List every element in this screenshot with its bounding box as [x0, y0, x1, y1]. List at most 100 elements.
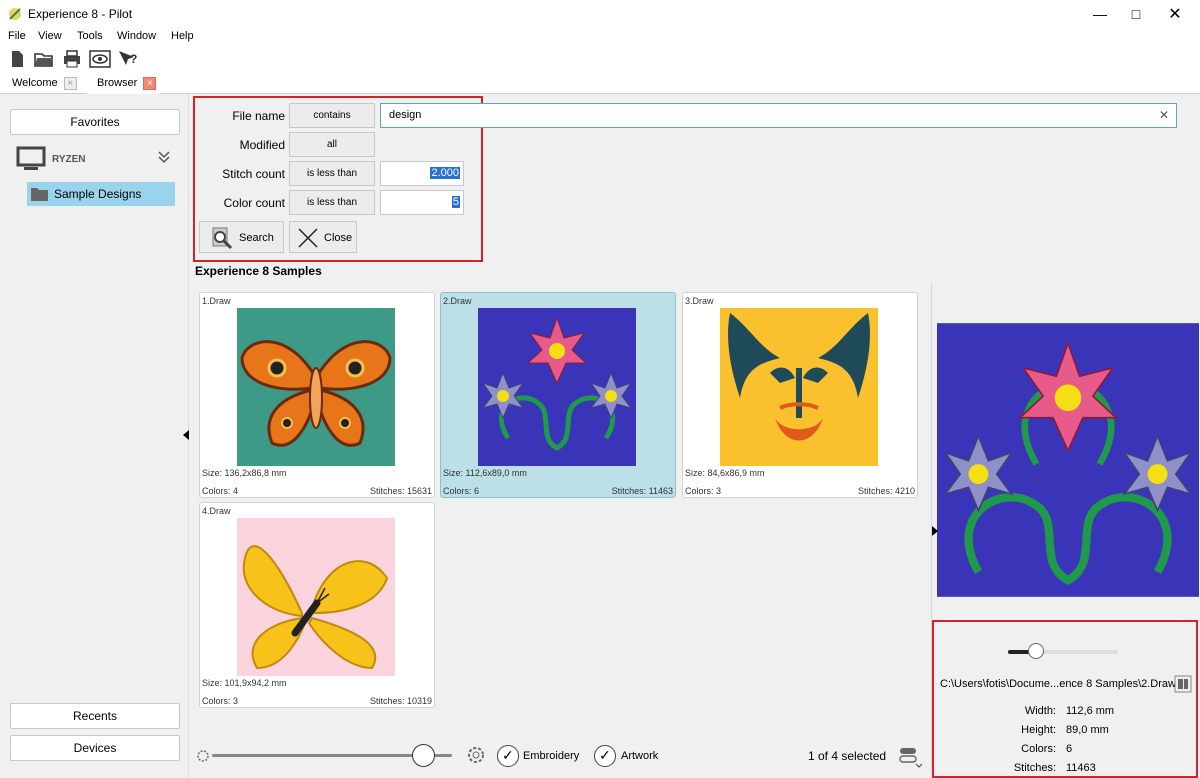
- collapse-chevron-icon[interactable]: [157, 150, 171, 164]
- design-stitches: Stitches: 15631: [369, 486, 432, 496]
- folder-icon: [31, 188, 48, 201]
- zoom-in-flower-icon[interactable]: [466, 745, 486, 765]
- menu-view[interactable]: View: [38, 30, 62, 42]
- menu-window[interactable]: Window: [117, 30, 156, 42]
- modified-label: Modified: [239, 138, 285, 152]
- preview-info-highlight: C:\Users\fotis\Docume...ence 8 Samples\2…: [932, 620, 1198, 778]
- open-location-icon[interactable]: [1174, 675, 1192, 693]
- color-count-operator[interactable]: is less than: [289, 190, 375, 215]
- svg-text:?: ?: [130, 52, 137, 66]
- design-colors: Colors: 6: [443, 486, 480, 496]
- close-x-icon: [298, 228, 318, 248]
- design-stitches: Stitches: 4210: [857, 486, 915, 496]
- colors-value: 6: [1066, 743, 1073, 755]
- document-tabs: Welcome × Browser ×: [0, 72, 1200, 94]
- stitch-count-input[interactable]: 2.000: [380, 161, 464, 186]
- color-count-value: 5: [451, 196, 460, 208]
- menu-tools[interactable]: Tools: [77, 30, 103, 42]
- modified-operator[interactable]: all: [289, 132, 375, 157]
- design-colors: Colors: 3: [202, 696, 239, 706]
- preview-eye-icon[interactable]: [89, 49, 111, 69]
- sidebar-item-sample-designs[interactable]: Sample Designs: [27, 182, 175, 206]
- stitch-count-label: Stitch count: [222, 167, 285, 181]
- collapse-left-arrow-icon[interactable]: [183, 430, 189, 440]
- open-folder-icon[interactable]: [33, 49, 55, 69]
- moth-design-thumbnail: [237, 308, 395, 466]
- design-grid: 1.Draw Size: 136,2x86,8 mm Colors: 4 Sti…: [190, 283, 930, 738]
- menu-help[interactable]: Help: [171, 30, 194, 42]
- computer-node[interactable]: RYZEN: [16, 146, 186, 172]
- design-card[interactable]: 1.Draw Size: 136,2x86,8 mm Colors: 4 Sti…: [199, 292, 435, 498]
- menu-bar: File View Tools Window Help: [0, 28, 1200, 46]
- tab-close-icon[interactable]: ×: [63, 77, 77, 90]
- file-name-input[interactable]: design ✕: [380, 103, 1177, 128]
- stitch-count-operator[interactable]: is less than: [289, 161, 375, 186]
- search-button[interactable]: Search: [199, 221, 284, 253]
- tab-label: Browser: [97, 77, 138, 89]
- color-count-input[interactable]: 5: [380, 190, 464, 215]
- design-stitches: Stitches: 11463: [611, 486, 673, 496]
- new-file-icon[interactable]: [6, 49, 28, 69]
- favorites-button[interactable]: Favorites: [10, 109, 180, 135]
- sidebar-item-label: Sample Designs: [54, 187, 142, 201]
- expand-right-arrow-icon[interactable]: [932, 526, 938, 536]
- multi-select-icon[interactable]: [898, 744, 922, 768]
- width-label: Width:: [1024, 705, 1056, 717]
- tab-close-icon[interactable]: ×: [143, 77, 157, 90]
- toolbar: ?: [0, 46, 1200, 72]
- tab-browser[interactable]: Browser ×: [87, 74, 161, 94]
- embroidery-checkbox[interactable]: ✓: [497, 745, 519, 767]
- thumbnail-size-slider-knob[interactable]: [412, 744, 436, 767]
- clear-icon[interactable]: ✕: [1159, 108, 1169, 122]
- thumbnail-size-slider-track[interactable]: [212, 744, 452, 767]
- design-card[interactable]: 4.Draw Size: 101,9x94,2 mm Colors: 3 Sti…: [199, 502, 435, 708]
- preview-zoom-slider-track[interactable]: [1008, 643, 1118, 659]
- print-icon[interactable]: [61, 49, 83, 69]
- flower-design-preview: [937, 323, 1199, 597]
- help-pointer-icon[interactable]: ?: [117, 49, 139, 69]
- design-card[interactable]: 2.Draw Size: 112,6x89,0 mm Colors: 6 Sti…: [440, 292, 676, 498]
- checkmark-icon: ✓: [599, 747, 611, 763]
- close-search-button[interactable]: Close: [289, 221, 357, 253]
- design-stitches: Stitches: 10319: [369, 696, 432, 706]
- computer-monitor-icon: [16, 146, 46, 170]
- sidebar: Favorites RYZEN Sample Designs Recents D…: [0, 94, 189, 778]
- menu-file[interactable]: File: [8, 30, 26, 42]
- selection-count: 1 of 4 selected: [808, 749, 887, 763]
- design-size: Size: 101,9x94,2 mm: [202, 678, 287, 688]
- zoom-out-flower-icon[interactable]: [196, 749, 210, 763]
- file-name-value: design: [389, 109, 422, 121]
- window-title: Experience 8 - Pilot: [28, 7, 133, 21]
- design-name: 1.Draw: [202, 296, 231, 306]
- computer-name: RYZEN: [52, 154, 86, 165]
- tab-label: Welcome: [12, 77, 58, 89]
- width-value: 112,6 mm: [1066, 705, 1115, 717]
- embroidery-label: Embroidery: [523, 750, 580, 762]
- checkmark-icon: ✓: [502, 747, 514, 763]
- stitches-value: 11463: [1066, 762, 1096, 774]
- tab-welcome[interactable]: Welcome ×: [2, 74, 81, 94]
- design-size: Size: 84,6x86,9 mm: [685, 468, 765, 478]
- devices-button[interactable]: Devices: [10, 735, 180, 761]
- browser-bottom-bar: ✓ Embroidery ✓ Artwork 1 of 4 selected: [190, 738, 930, 778]
- design-name: 2.Draw: [443, 296, 472, 306]
- flower-design-thumbnail: [478, 308, 636, 466]
- color-count-label: Color count: [223, 196, 285, 210]
- butterfly-design-thumbnail: [237, 518, 395, 676]
- design-name: 3.Draw: [685, 296, 714, 306]
- artwork-label: Artwork: [621, 750, 659, 762]
- artwork-checkbox[interactable]: ✓: [594, 745, 616, 767]
- file-path: C:\Users\fotis\Docume...ence 8 Samples\2…: [940, 678, 1176, 690]
- design-colors: Colors: 4: [202, 486, 239, 496]
- height-value: 89,0 mm: [1066, 724, 1109, 736]
- recents-button[interactable]: Recents: [10, 703, 180, 729]
- maximize-icon: □: [1131, 6, 1141, 22]
- section-title: Experience 8 Samples: [195, 264, 322, 278]
- search-magnifier-icon: [212, 227, 233, 250]
- colors-label: Colors:: [1021, 743, 1056, 755]
- preview-zoom-slider-knob[interactable]: [1027, 643, 1044, 659]
- design-card[interactable]: 3.Draw Size: 84,6x86,9 mm Colors: 3 Stit…: [682, 292, 918, 498]
- file-name-operator[interactable]: contains: [289, 103, 375, 128]
- close-window-button[interactable]: ✕: [1152, 0, 1198, 28]
- height-label: Height:: [1021, 724, 1056, 736]
